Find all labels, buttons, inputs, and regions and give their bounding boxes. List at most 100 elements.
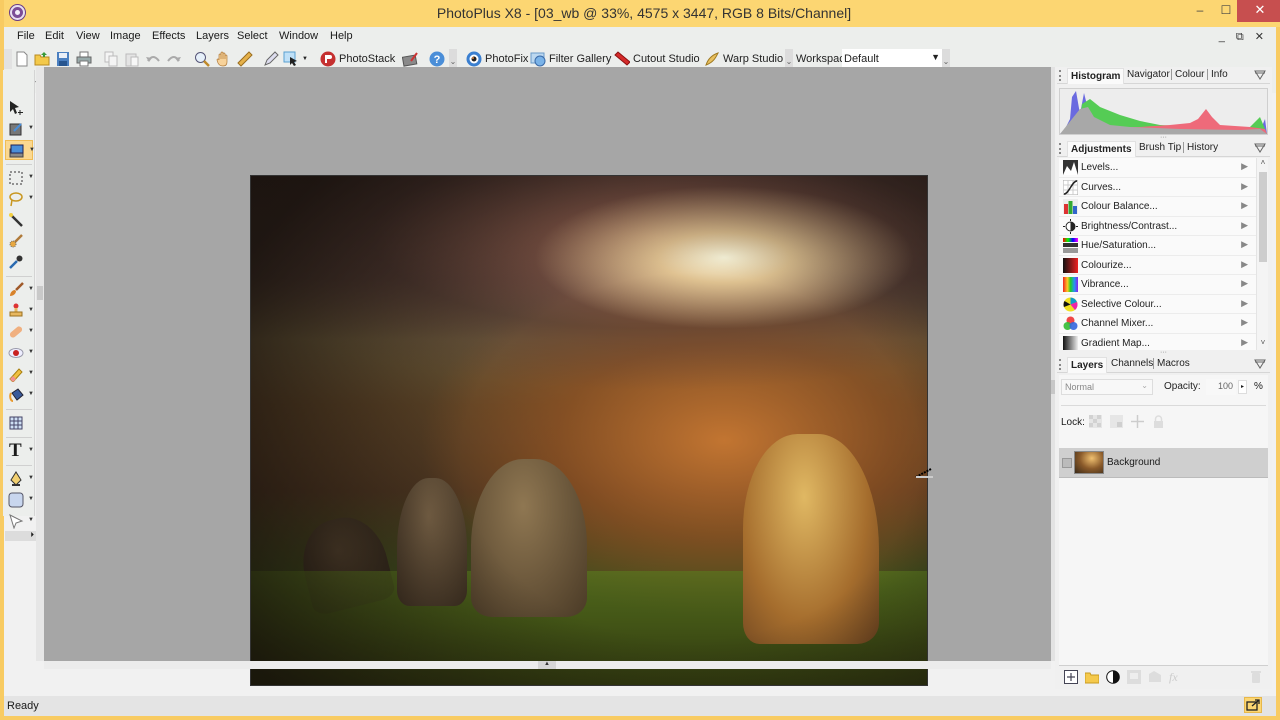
- workspace-select[interactable]: Default ▼: [842, 49, 942, 69]
- layer-row-background[interactable]: Background: [1059, 448, 1268, 478]
- maximize-button[interactable]: ☐: [1213, 0, 1239, 22]
- panel-menu-icon[interactable]: [1254, 359, 1266, 369]
- adjustment-channel-mixer[interactable]: Channel Mixer... ▶: [1059, 314, 1256, 334]
- magic-wand-tool[interactable]: [5, 210, 33, 230]
- document-image[interactable]: [250, 175, 928, 686]
- tab-channels[interactable]: Channels: [1111, 358, 1153, 369]
- panel-menu-icon[interactable]: [1254, 143, 1266, 153]
- adjustment-hue-saturation[interactable]: Hue/Saturation... ▶: [1059, 236, 1256, 256]
- pen-tool[interactable]: ▼: [5, 469, 34, 489]
- adjustment-brightness-contrast[interactable]: Brightness/Contrast... ▶: [1059, 217, 1256, 236]
- move-tool[interactable]: [5, 98, 33, 118]
- menu-file[interactable]: File: [17, 30, 35, 42]
- copy-button[interactable]: [103, 49, 119, 69]
- paste-button[interactable]: [124, 49, 140, 69]
- canvas-workspace[interactable]: [44, 67, 1051, 686]
- cutout-studio-button[interactable]: Cutout Studio: [614, 49, 700, 69]
- rectangle-selection-tool[interactable]: ▼: [5, 168, 34, 188]
- filter-gallery-button[interactable]: Filter Gallery: [530, 49, 611, 69]
- adjustment-gradient-map[interactable]: Gradient Map... ▶: [1059, 334, 1256, 350]
- crop-tool[interactable]: ▼: [5, 119, 34, 139]
- adjustment-selective-colour[interactable]: Selective Colour... ▶: [1059, 295, 1256, 314]
- text-tool[interactable]: T ▼: [5, 441, 34, 461]
- photostack-button[interactable]: PhotoStack: [320, 49, 395, 69]
- lock-pixels-icon[interactable]: [1110, 415, 1123, 428]
- new-adjustment-layer-icon[interactable]: [1106, 670, 1120, 684]
- lock-position-icon[interactable]: [1131, 415, 1144, 428]
- tab-macros[interactable]: Macros: [1153, 358, 1190, 369]
- close-button[interactable]: ✕: [1237, 0, 1280, 22]
- lasso-tool[interactable]: ▼: [5, 189, 34, 209]
- new-layer-icon[interactable]: [1064, 670, 1078, 684]
- toolbar-grip[interactable]: [4, 49, 12, 69]
- open-button[interactable]: [34, 49, 50, 69]
- panel-grip[interactable]: [1059, 359, 1062, 370]
- scroll-down-icon[interactable]: ˅: [1257, 338, 1269, 350]
- tab-info[interactable]: Info: [1207, 69, 1228, 80]
- undo-button[interactable]: [145, 49, 161, 69]
- menu-help[interactable]: Help: [330, 30, 353, 42]
- opacity-slider-button[interactable]: ▸: [1238, 380, 1247, 394]
- paint-brush-tool[interactable]: ▼: [5, 280, 34, 300]
- menu-image[interactable]: Image: [110, 30, 141, 42]
- opacity-input[interactable]: 100: [1206, 379, 1236, 395]
- redo-button[interactable]: [166, 49, 182, 69]
- panel-menu-icon[interactable]: [1254, 70, 1266, 80]
- menu-layers[interactable]: Layers: [196, 30, 229, 42]
- menu-select[interactable]: Select: [237, 30, 268, 42]
- layer-visibility-toggle[interactable]: [1062, 458, 1072, 468]
- tab-history[interactable]: History: [1183, 142, 1218, 153]
- mesh-warp-tool[interactable]: [5, 413, 33, 433]
- adjustment-vibrance[interactable]: Vibrance... ▶: [1059, 275, 1256, 295]
- ruler-button[interactable]: [237, 49, 253, 69]
- patch-tool[interactable]: ▼: [5, 322, 34, 342]
- fill-tool[interactable]: ▼: [5, 385, 34, 405]
- adjustment-curves[interactable]: Curves... ▶: [1059, 178, 1256, 197]
- node-edit-tool[interactable]: ▼: [5, 511, 34, 531]
- lock-transparency-icon[interactable]: [1089, 415, 1102, 428]
- tab-colour[interactable]: Colour: [1171, 69, 1204, 80]
- selection-mode-button[interactable]: ▼: [283, 49, 308, 69]
- photofix-button[interactable]: PhotoFix: [466, 49, 528, 69]
- eraser-tool[interactable]: ▼: [5, 364, 34, 384]
- toolbar-grip[interactable]: ⌄: [785, 49, 793, 69]
- clone-stamp-tool[interactable]: ▼: [5, 301, 34, 321]
- adjustments-scrollbar[interactable]: ˄ ˅: [1256, 158, 1268, 350]
- adjustment-levels[interactable]: Levels... ▶: [1059, 158, 1256, 178]
- color-picker-tool[interactable]: [5, 252, 33, 272]
- print-button[interactable]: [76, 49, 92, 69]
- tab-adjustments[interactable]: Adjustments: [1067, 141, 1136, 157]
- tab-layers[interactable]: Layers: [1067, 357, 1108, 373]
- panel-grip[interactable]: [1059, 70, 1062, 81]
- restore-panels-icon[interactable]: [1244, 697, 1262, 713]
- menu-view[interactable]: View: [76, 30, 100, 42]
- blend-mode-select[interactable]: Normal ⌄: [1061, 379, 1153, 395]
- new-document-button[interactable]: [14, 49, 30, 69]
- scroll-up-icon[interactable]: ˄: [1257, 158, 1269, 170]
- toolbar-collapse-handle[interactable]: [37, 286, 43, 300]
- help-button[interactable]: ?: [429, 49, 445, 69]
- add-mask-icon[interactable]: [1127, 670, 1141, 684]
- tab-histogram[interactable]: Histogram: [1067, 68, 1125, 84]
- panel-grip[interactable]: [1059, 143, 1062, 154]
- save-button[interactable]: [55, 49, 71, 69]
- layer-effects-disabled-icon[interactable]: [1148, 670, 1162, 684]
- minimize-button[interactable]: –: [1187, 0, 1213, 22]
- warp-studio-button[interactable]: Warp Studio: [704, 49, 783, 69]
- toolbar-grip[interactable]: ⌄: [942, 49, 950, 69]
- toolbar-grip[interactable]: ⌄: [449, 49, 457, 69]
- tab-brush-tip[interactable]: Brush Tip: [1139, 142, 1181, 153]
- delete-layer-icon[interactable]: [1249, 670, 1263, 684]
- lock-all-icon[interactable]: [1152, 415, 1165, 428]
- canvas-tool[interactable]: ▼: [5, 140, 35, 160]
- shape-tool[interactable]: ▼: [5, 490, 34, 510]
- document-window-controls[interactable]: _ ⧉ ✕: [1219, 30, 1268, 44]
- red-eye-tool[interactable]: ▼: [5, 343, 34, 363]
- adjustment-colour-balance[interactable]: Colour Balance... ▶: [1059, 197, 1256, 217]
- tab-navigator[interactable]: Navigator: [1127, 69, 1170, 80]
- adjustment-colourize[interactable]: Colourize... ▶: [1059, 256, 1256, 275]
- tools-expand-button[interactable]: ⏵: [5, 531, 37, 541]
- pencil-button[interactable]: [263, 49, 279, 69]
- menu-effects[interactable]: Effects: [152, 30, 185, 42]
- menu-window[interactable]: Window: [279, 30, 318, 42]
